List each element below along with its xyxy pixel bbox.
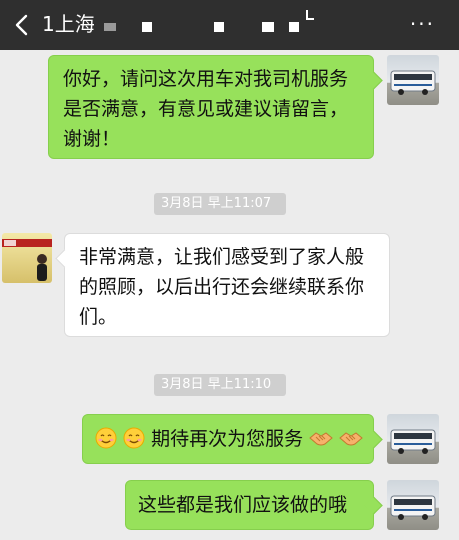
bubble-tail xyxy=(364,430,383,449)
handshake-icon xyxy=(309,432,333,446)
timestamp: 3月8日 早上11:07 xyxy=(154,193,286,215)
bubble-tail xyxy=(364,496,383,515)
redaction-mark xyxy=(289,22,299,32)
redaction-mark xyxy=(306,18,314,20)
timestamp: 3月8日 早上11:10 xyxy=(154,374,286,396)
bus-icon xyxy=(390,429,436,454)
bubble-tail xyxy=(364,71,383,90)
redaction-mark xyxy=(262,22,274,32)
back-chevron-icon[interactable] xyxy=(8,10,38,40)
bus-icon xyxy=(390,70,436,95)
redaction-mark xyxy=(214,22,224,32)
more-options-button[interactable]: ··· xyxy=(410,12,435,36)
message-bubble-received[interactable]: 非常满意，让我们感受到了家人般的照顾，以后出行还会继续联系你们。 xyxy=(55,233,390,337)
chat-title: 1上海 xyxy=(42,12,95,36)
avatar-person-icon[interactable] xyxy=(2,233,52,283)
message-text: 非常满意，让我们感受到了家人般的照顾，以后出行还会继续联系你们。 xyxy=(79,246,365,328)
avatar-bus-icon[interactable] xyxy=(387,55,439,105)
person-icon xyxy=(2,239,52,281)
smiling-face-icon xyxy=(123,427,145,449)
message-text: 这些都是我们应该做的哦 xyxy=(138,494,348,516)
message-bubble-sent[interactable]: 你好，请问这次用车对我司机服务是否满意，有意见或建议请留言，谢谢！ xyxy=(48,55,383,159)
smiling-face-icon xyxy=(95,427,117,449)
avatar-bus-icon[interactable] xyxy=(387,414,439,464)
handshake-icon xyxy=(339,432,363,446)
message-bubble-sent[interactable]: 期待再次为您服务 xyxy=(82,414,383,464)
bus-icon xyxy=(390,495,436,520)
message-text: 期待再次为您服务 xyxy=(151,428,304,450)
chat-header: 1上海 ··· xyxy=(0,0,459,50)
redaction-mark xyxy=(104,23,116,31)
message-text: 你好，请问这次用车对我司机服务是否满意，有意见或建议请留言，谢谢！ xyxy=(63,68,349,150)
message-bubble-sent[interactable]: 这些都是我们应该做的哦 xyxy=(125,480,383,530)
redaction-mark xyxy=(142,22,152,32)
avatar-bus-icon[interactable] xyxy=(387,480,439,530)
bubble-tail xyxy=(55,249,74,268)
